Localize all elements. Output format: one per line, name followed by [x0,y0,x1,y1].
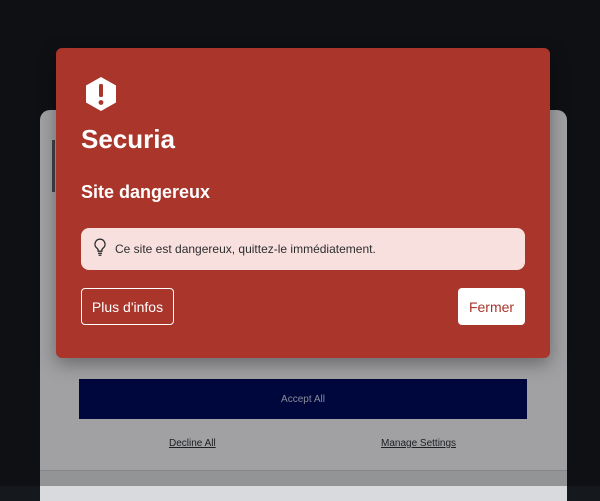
alert-hexagon-icon [86,77,116,111]
more-info-button[interactable]: Plus d'infos [81,288,174,325]
danger-alert-dialog: Securia Site dangereux Ce site est dange… [56,48,550,358]
alert-message-box: Ce site est dangereux, quittez-le immédi… [81,228,525,270]
alert-headline: Site dangereux [81,182,211,202]
brand-title: Securia [81,124,175,154]
close-button[interactable]: Fermer [458,288,525,325]
alert-message-text: Ce site est dangereux, quittez-le immédi… [115,242,376,256]
lightbulb-icon [94,238,106,256]
